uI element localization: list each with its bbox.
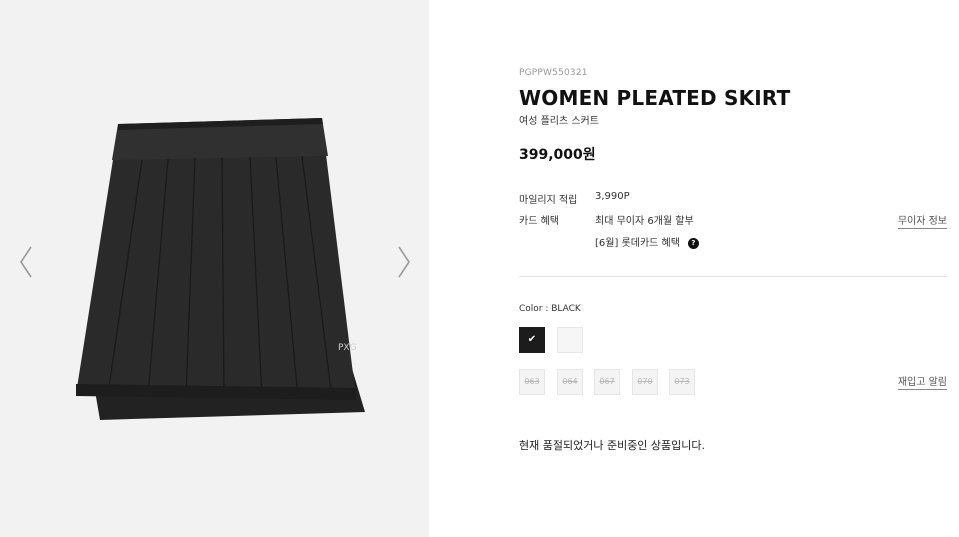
card-benefit-label: 카드 혜택 — [519, 216, 559, 227]
gallery-prev-button[interactable] — [16, 244, 36, 280]
check-icon: ✔ — [527, 334, 537, 345]
gallery-next-button[interactable] — [394, 244, 414, 280]
chevron-left-icon — [20, 246, 32, 278]
mileage-value: 3,990P — [595, 191, 630, 202]
color-swatch-white[interactable] — [557, 327, 583, 353]
divider — [519, 276, 947, 277]
size-option-070[interactable]: 070 — [632, 369, 658, 395]
card-benefit-promo: [6월] 롯데카드 혜택? — [595, 234, 699, 249]
help-icon[interactable]: ? — [687, 237, 699, 249]
installment-info-link[interactable]: 무이자 정보 — [897, 212, 947, 229]
restock-alert-link[interactable]: 재입고 알림 — [897, 373, 947, 390]
product-title: WOMEN PLEATED SKIRT — [519, 86, 791, 110]
product-code: PGPPW550321 — [519, 68, 588, 78]
mileage-label: 마일리지 적립 — [519, 195, 578, 206]
brand-logo: PXG — [338, 343, 357, 353]
card-promo-text: [6월] 롯데카드 혜택 — [595, 238, 680, 249]
color-label: Color : BLACK — [519, 304, 581, 314]
size-option-063[interactable]: 063 — [519, 369, 545, 395]
product-price: 399,000원 — [519, 147, 596, 163]
size-option-064[interactable]: 064 — [557, 369, 583, 395]
size-option-067[interactable]: 067 — [594, 369, 620, 395]
color-swatch-black[interactable]: ✔ — [519, 327, 545, 353]
card-benefit-installment: 최대 무이자 6개월 할부 — [595, 216, 694, 227]
soldout-message: 현재 품절되었거나 준비중인 상품입니다. — [519, 439, 706, 452]
product-info: PGPPW550321 WOMEN PLEATED SKIRT 여성 플리츠 스… — [519, 0, 949, 537]
product-gallery: PXG — [0, 0, 429, 537]
product-subtitle: 여성 플리츠 스커트 — [519, 116, 599, 127]
chevron-right-icon — [398, 246, 410, 278]
product-image: PXG — [76, 118, 365, 420]
size-option-073[interactable]: 073 — [669, 369, 695, 395]
